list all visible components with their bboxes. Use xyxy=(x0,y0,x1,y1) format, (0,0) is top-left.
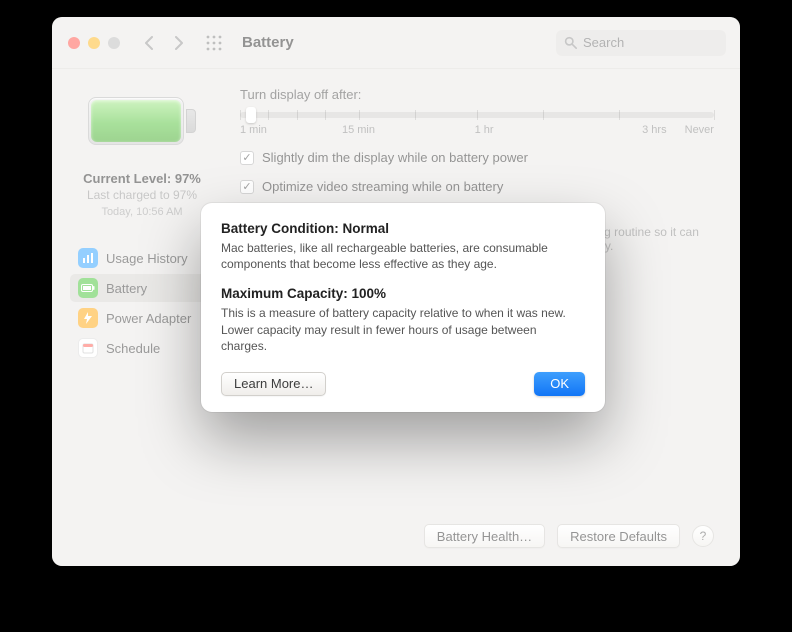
condition-body: Mac batteries, like all rechargeable bat… xyxy=(221,240,585,272)
sidebar-item-power-adapter[interactable]: Power Adapter xyxy=(70,304,214,332)
search-field[interactable] xyxy=(556,30,726,56)
sidebar-item-label: Schedule xyxy=(106,341,160,356)
checkbox-icon[interactable] xyxy=(240,180,254,194)
current-level: Current Level: 97% xyxy=(70,171,214,186)
toolbar-nav xyxy=(140,33,188,53)
slider-thumb[interactable] xyxy=(246,107,256,123)
tick-label: 1 min xyxy=(240,124,297,136)
display-sleep-slider[interactable]: 1 min 15 min 1 hr 3 hrs Never xyxy=(240,112,714,136)
learn-more-button[interactable]: Learn More… xyxy=(221,372,326,396)
battery-status: Current Level: 97% Last charged to 97% T… xyxy=(70,171,214,218)
back-button[interactable] xyxy=(140,33,160,53)
forward-button[interactable] xyxy=(168,33,188,53)
last-charged: Last charged to 97% xyxy=(70,188,214,202)
ok-button[interactable]: OK xyxy=(534,372,585,396)
show-all-button[interactable] xyxy=(204,33,224,53)
search-input[interactable] xyxy=(583,35,718,50)
sidebar-item-usage-history[interactable]: Usage History xyxy=(70,244,214,272)
sidebar: Current Level: 97% Last charged to 97% T… xyxy=(52,69,226,566)
option-dim-display[interactable]: Slightly dim the display while on batter… xyxy=(240,150,714,165)
checkbox-icon[interactable] xyxy=(240,151,254,165)
battery-health-button[interactable]: Battery Health… xyxy=(424,524,545,548)
minimize-button[interactable] xyxy=(88,37,100,49)
zoom-button[interactable] xyxy=(108,37,120,49)
tick-label: 3 hrs xyxy=(548,124,667,136)
sidebar-item-label: Battery xyxy=(106,281,147,296)
window-title: Battery xyxy=(242,34,294,51)
window-toolbar: Battery xyxy=(52,17,740,69)
window-controls xyxy=(68,37,120,49)
restore-defaults-button[interactable]: Restore Defaults xyxy=(557,524,680,548)
bolt-icon xyxy=(78,308,98,328)
calendar-icon xyxy=(78,338,98,358)
chart-icon xyxy=(78,248,98,268)
search-icon xyxy=(564,36,577,49)
sidebar-item-schedule[interactable]: Schedule xyxy=(70,334,214,362)
close-button[interactable] xyxy=(68,37,80,49)
footer-buttons: Battery Health… Restore Defaults ? xyxy=(424,524,714,548)
sidebar-item-label: Usage History xyxy=(106,251,188,266)
battery-graphic xyxy=(88,93,196,149)
sidebar-item-label: Power Adapter xyxy=(106,311,191,326)
tick-label: 1 hr xyxy=(420,124,548,136)
capacity-title: Maximum Capacity: 100% xyxy=(221,286,585,301)
battery-icon xyxy=(78,278,98,298)
condition-title: Battery Condition: Normal xyxy=(221,221,585,236)
tick-label: Never xyxy=(667,124,714,136)
option-label: Slightly dim the display while on batter… xyxy=(262,150,528,165)
sidebar-item-battery[interactable]: Battery xyxy=(70,274,214,302)
battery-health-sheet: Battery Condition: Normal Mac batteries,… xyxy=(201,203,605,412)
sidebar-nav: Usage History Battery Power Adapter xyxy=(70,244,214,362)
tick-label: 15 min xyxy=(297,124,420,136)
capacity-body: This is a measure of battery capacity re… xyxy=(221,305,585,354)
option-label: Optimize video streaming while on batter… xyxy=(262,179,503,194)
option-optimize-video[interactable]: Optimize video streaming while on batter… xyxy=(240,179,714,194)
last-charged-time: Today, 10:56 AM xyxy=(70,206,214,218)
slider-label: Turn display off after: xyxy=(240,87,714,102)
help-button[interactable]: ? xyxy=(692,525,714,547)
